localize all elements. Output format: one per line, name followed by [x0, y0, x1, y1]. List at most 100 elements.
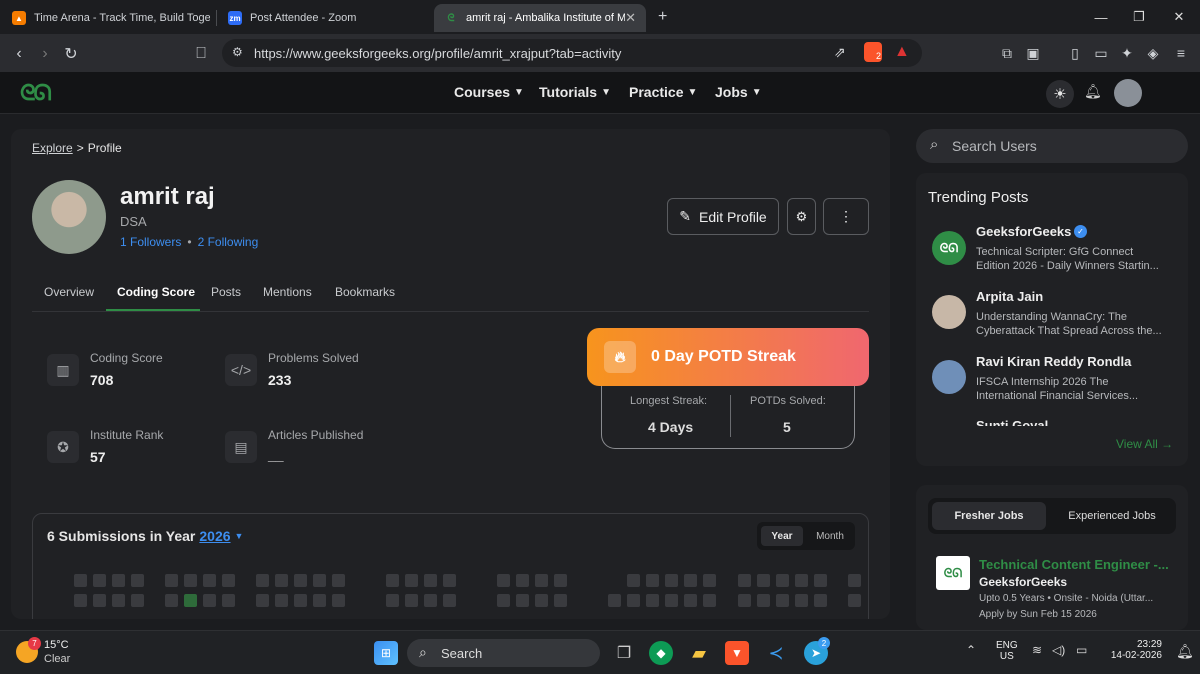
screenshot-icon[interactable]: ▣ [1024, 44, 1042, 62]
notification-bell-icon[interactable]: 🔔︎ [1084, 83, 1102, 100]
post-author[interactable]: GeeksforGeeks [976, 224, 1071, 239]
nav-practice[interactable]: Practice ▼ [629, 84, 697, 100]
post-line1[interactable]: Technical Scripter: GfG Connect [976, 245, 1133, 259]
brave-rewards-icon[interactable]: ▲ [894, 43, 914, 63]
heatmap-day-cell[interactable] [554, 574, 567, 587]
nav-courses[interactable]: Courses ▼ [454, 84, 524, 100]
restore-icon[interactable]: ❐ [1124, 6, 1154, 28]
heatmap-day-cell[interactable] [738, 594, 751, 607]
heatmap-day-cell[interactable] [795, 594, 808, 607]
gfg-avatar[interactable]: ᘓᘏ [932, 231, 966, 265]
followers-link[interactable]: 1 Followers [120, 235, 181, 249]
tab-posts[interactable]: Posts [211, 285, 241, 299]
nav-tutorials[interactable]: Tutorials ▼ [539, 84, 611, 100]
heatmap-day-cell[interactable] [222, 574, 235, 587]
close-tab-icon[interactable]: ✕ [625, 10, 636, 26]
brave-shield-icon[interactable]: 2 [864, 42, 882, 62]
heatmap-day-cell[interactable] [535, 574, 548, 587]
heatmap-day-cell[interactable] [275, 594, 288, 607]
heatmap-day-cell[interactable] [386, 574, 399, 587]
gfg-logo[interactable]: ᘓᘏ [20, 80, 52, 106]
volume-icon[interactable]: ◁) [1052, 643, 1065, 657]
heatmap-day-cell[interactable] [776, 574, 789, 587]
heatmap-day-cell[interactable] [443, 574, 456, 587]
heatmap-day-cell[interactable] [165, 574, 178, 587]
heatmap-day-cell[interactable] [497, 574, 510, 587]
heatmap-day-cell[interactable] [131, 574, 144, 587]
heatmap-day-cell[interactable] [424, 594, 437, 607]
heatmap-day-cell[interactable] [738, 574, 751, 587]
windows-start-icon[interactable]: ⊞ [374, 641, 398, 665]
tab-zoom[interactable]: zm Post Attendee - Zoom [228, 4, 423, 32]
heatmap-day-cell[interactable] [848, 574, 861, 587]
bookmark-icon[interactable]: ⎕ [190, 43, 212, 65]
heatmap-day-cell[interactable] [256, 594, 269, 607]
heatmap-day-cell[interactable] [443, 594, 456, 607]
wifi-icon[interactable]: ≋ [1032, 643, 1042, 657]
potd-streak-banner[interactable]: 🔥︎ 0 Day POTD Streak [587, 328, 869, 386]
post-line2[interactable]: International Financial Services... [976, 389, 1138, 403]
language-indicator[interactable]: ENG US [996, 640, 1018, 662]
back-icon[interactable]: ‹ [8, 43, 30, 65]
extensions-icon[interactable]: ⧉ [998, 44, 1016, 62]
post-line1[interactable]: IFSCA Internship 2026 The [976, 375, 1109, 389]
heatmap-day-cell[interactable] [93, 594, 106, 607]
heatmap-day-cell[interactable] [184, 574, 197, 587]
heatmap-day-cell[interactable] [516, 594, 529, 607]
heatmap-day-cell[interactable] [184, 594, 197, 607]
edit-profile-button[interactable]: ✎ Edit Profile [667, 198, 779, 235]
heatmap-day-cell[interactable] [627, 574, 640, 587]
app-icon[interactable]: ◆ [649, 641, 673, 665]
clock[interactable]: 23:29 14-02-2026 [1106, 639, 1162, 661]
post-author[interactable]: Arpita Jain [976, 289, 1043, 304]
tab-overview[interactable]: Overview [44, 285, 94, 299]
heatmap-day-cell[interactable] [386, 594, 399, 607]
leo-ai-icon[interactable]: ✦ [1118, 44, 1136, 62]
heatmap-day-cell[interactable] [848, 594, 861, 607]
share-icon[interactable]: ⇗ [834, 44, 846, 61]
post-line2[interactable]: Edition 2026 - Daily Winners Startin... [976, 259, 1159, 273]
heatmap-day-cell[interactable] [665, 574, 678, 587]
breadcrumb-explore[interactable]: Explore [32, 141, 73, 155]
tab-fresher-jobs[interactable]: Fresher Jobs [932, 502, 1046, 530]
heatmap-day-cell[interactable] [112, 594, 125, 607]
heatmap-day-cell[interactable] [131, 594, 144, 607]
post-author[interactable]: Ravi Kiran Reddy Rondla [976, 354, 1131, 369]
wallet-icon[interactable]: ▭ [1092, 44, 1110, 62]
heatmap-day-cell[interactable] [294, 574, 307, 587]
tab-time-arena[interactable]: ▲ Time Arena - Track Time, Build Togeth [12, 4, 210, 32]
profile-avatar[interactable] [32, 180, 106, 254]
heatmap-day-cell[interactable] [757, 594, 770, 607]
heatmap-day-cell[interactable] [646, 594, 659, 607]
job-title[interactable]: Technical Content Engineer -... [979, 557, 1169, 572]
heatmap-day-cell[interactable] [405, 574, 418, 587]
tab-bookmarks[interactable]: Bookmarks [335, 285, 395, 299]
heatmap-day-cell[interactable] [814, 574, 827, 587]
view-all-link[interactable]: View All → [1116, 437, 1173, 451]
heatmap-day-cell[interactable] [627, 594, 640, 607]
heatmap-day-cell[interactable] [703, 574, 716, 587]
post-line1[interactable]: Understanding WannaCry: The [976, 310, 1127, 324]
theme-toggle-icon[interactable]: ☀ [1046, 80, 1074, 108]
settings-gear-icon[interactable]: ⚙ [787, 198, 816, 235]
heatmap-day-cell[interactable] [684, 594, 697, 607]
menu-icon[interactable]: ≡ [1172, 44, 1190, 62]
heatmap-day-cell[interactable] [703, 594, 716, 607]
author-avatar[interactable] [932, 360, 966, 394]
tab-mentions[interactable]: Mentions [263, 285, 312, 299]
heatmap-day-cell[interactable] [256, 574, 269, 587]
heatmap-day-cell[interactable] [516, 574, 529, 587]
heatmap-day-cell[interactable] [424, 574, 437, 587]
heatmap-day-cell[interactable] [405, 594, 418, 607]
heatmap-day-cell[interactable] [165, 594, 178, 607]
heatmap-day-cell[interactable] [332, 574, 345, 587]
heatmap-day-cell[interactable] [535, 594, 548, 607]
heatmap-day-cell[interactable] [757, 574, 770, 587]
heatmap-day-cell[interactable] [497, 594, 510, 607]
heatmap-day-cell[interactable] [294, 594, 307, 607]
vscode-icon[interactable]: ≺ [764, 641, 788, 665]
heatmap-day-cell[interactable] [112, 574, 125, 587]
close-window-icon[interactable]: ✕ [1164, 6, 1194, 28]
heatmap-day-cell[interactable] [74, 594, 87, 607]
heatmap-day-cell[interactable] [222, 594, 235, 607]
